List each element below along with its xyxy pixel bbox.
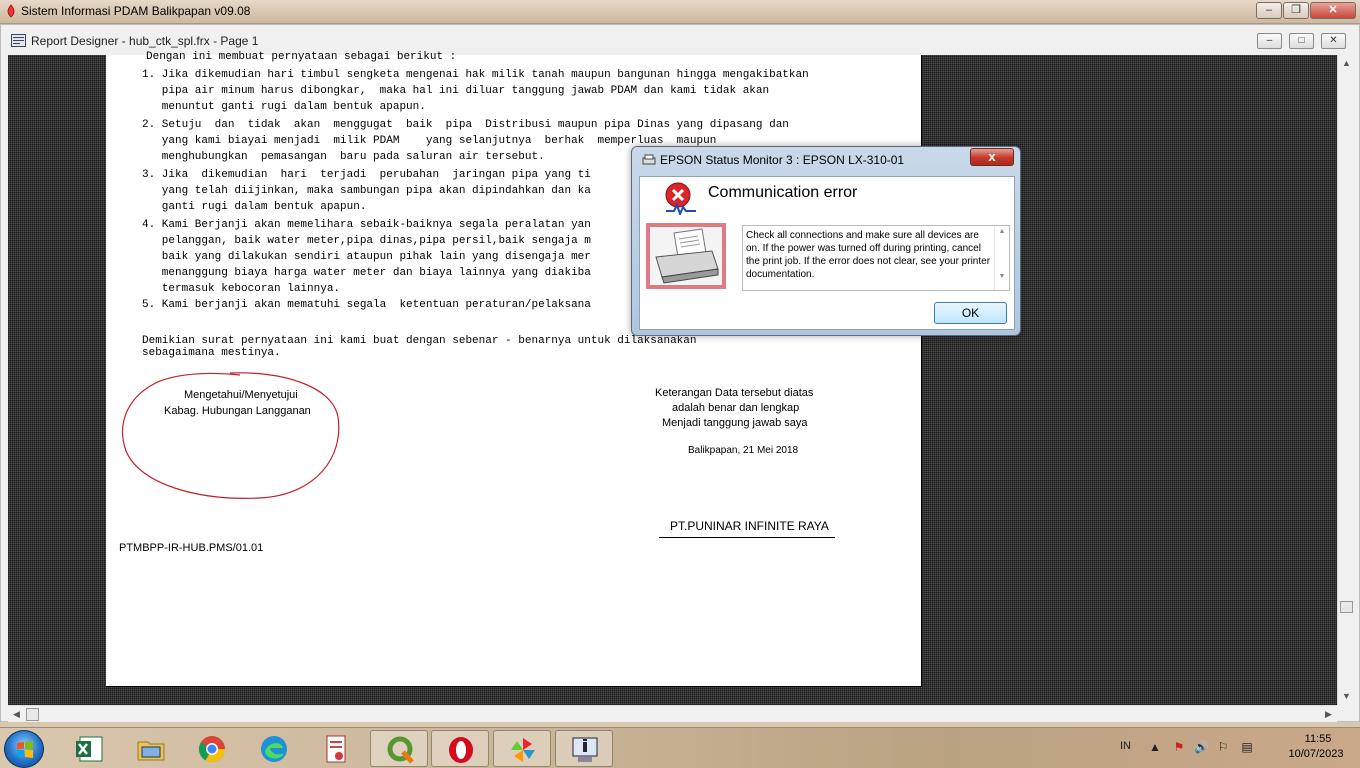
- ok-button[interactable]: OK: [934, 302, 1007, 324]
- report-line: 5. Kami berjanji akan mematuhi segala ke…: [142, 299, 591, 311]
- taskbar-pinwheel-app[interactable]: [493, 730, 551, 767]
- chrome-icon: [199, 736, 226, 763]
- horizontal-scroll-thumb[interactable]: [26, 708, 39, 721]
- report-line: Dengan ini membuat pernyataan sebagai be…: [146, 51, 457, 63]
- report-line: yang kami biayai menjadi milik PDAM yang…: [142, 135, 717, 147]
- scroll-down-icon[interactable]: ▼: [1338, 688, 1355, 705]
- printer-illustration-icon: [646, 223, 726, 289]
- taskbar-excel[interactable]: [60, 730, 118, 767]
- clock-time[interactable]: 11:55: [1288, 733, 1348, 745]
- dialog-title: EPSON Status Monitor 3 : EPSON LX-310-01: [660, 153, 905, 167]
- dialog-body: Communication error Check all connection…: [639, 176, 1015, 330]
- dialog-close-button[interactable]: x: [970, 148, 1014, 166]
- taskbar-chrome[interactable]: [183, 730, 241, 767]
- report-line: baik yang dilakukan sendiri ataupun piha…: [142, 251, 591, 263]
- report-line: 4. Kami Berjanji akan memelihara sebaik-…: [142, 219, 591, 231]
- report-designer-title: Report Designer - hub_ctk_spl.frx - Page…: [31, 34, 259, 48]
- report-line: menuntut ganti rugi dalam bentuk apapun.: [142, 101, 426, 113]
- report-line: menghubungkan pemasangan baru pada salur…: [142, 151, 545, 163]
- excel-icon: [76, 736, 103, 762]
- language-indicator[interactable]: IN: [1120, 740, 1131, 752]
- document-icon: [326, 735, 346, 763]
- error-icon: [665, 182, 696, 215]
- report-line: 3. Jika dikemudian hari terjadi perubaha…: [142, 169, 591, 181]
- report-line: termasuk kebocoran lainnya.: [142, 283, 341, 295]
- report-designer-title-bar: Report Designer - hub_ctk_spl.frx - Page…: [1, 31, 1359, 51]
- report-close-button[interactable]: ✕: [1321, 33, 1346, 49]
- vertical-scroll-thumb[interactable]: [1340, 601, 1353, 613]
- place-date: Balikpapan, 21 Mei 2018: [688, 445, 799, 456]
- action-center-flag-icon[interactable]: ⚐: [1216, 740, 1230, 754]
- report-line: sebagaimana mestinya.: [142, 347, 281, 359]
- report-line: pipa air minum harus dibongkar, maka hal…: [142, 85, 770, 97]
- report-line: pelanggan, baik water meter,pipa dinas,p…: [142, 235, 591, 247]
- company-name: PT.PUNINAR INFINITE RAYA: [670, 519, 829, 533]
- close-icon: x: [988, 149, 996, 164]
- app-title-bar: Sistem Informasi PDAM Balikpapan v09.08 …: [0, 0, 1360, 24]
- app-title: Sistem Informasi PDAM Balikpapan v09.08: [21, 4, 251, 18]
- taskbar-opera[interactable]: [431, 730, 489, 767]
- message-scrollbar[interactable]: ▲ ▼: [994, 226, 1009, 290]
- windows-logo-icon: [17, 741, 33, 758]
- report-line: menanggung biaya harga water meter dan b…: [142, 267, 591, 279]
- horizontal-scrollbar[interactable]: ◀ ▶: [8, 705, 1337, 722]
- vertical-scrollbar[interactable]: ▲ ▼: [1337, 55, 1354, 705]
- info-app-icon: [572, 737, 598, 762]
- report-line: 1. Jika dikemudian hari timbul sengketa …: [142, 69, 809, 81]
- volume-icon[interactable]: 🔊: [1194, 740, 1209, 754]
- clock-date[interactable]: 10/07/2023: [1276, 748, 1356, 760]
- signature-underline: [659, 537, 835, 538]
- taskbar-edge[interactable]: [245, 730, 303, 767]
- start-button[interactable]: [4, 730, 44, 768]
- error-message: Check all connections and make sure all …: [746, 230, 991, 280]
- taskbar-file-explorer[interactable]: [122, 730, 180, 767]
- security-alert-icon[interactable]: ⚑: [1172, 740, 1186, 754]
- scroll-down-icon[interactable]: ▼: [995, 273, 1009, 280]
- taskbar-document[interactable]: [307, 730, 365, 767]
- app-minimize-button[interactable]: –: [1256, 2, 1282, 19]
- error-heading: Communication error: [708, 184, 858, 201]
- report-designer-window: Report Designer - hub_ctk_spl.frx - Page…: [0, 24, 1360, 722]
- taskbar: IN ▲ ⚑ 🔊 ⚐ ▤ 11:55 10/07/2023: [0, 727, 1360, 768]
- file-explorer-icon: [137, 741, 165, 761]
- qgis-icon: [387, 736, 414, 764]
- report-maximize-button[interactable]: □: [1289, 33, 1314, 49]
- approval-label: Mengetahui/Menyetujui: [184, 389, 298, 401]
- epson-status-dialog: EPSON Status Monitor 3 : EPSON LX-310-01…: [631, 146, 1021, 336]
- network-icon[interactable]: ▤: [1240, 740, 1254, 754]
- scroll-left-icon[interactable]: ◀: [8, 706, 25, 723]
- app-logo-icon: [7, 4, 15, 18]
- report-window-icon: [11, 34, 26, 47]
- edge-icon: [261, 736, 287, 762]
- statement-line: Menjadi tanggung jawab saya: [662, 417, 808, 429]
- opera-icon: [449, 737, 473, 763]
- show-hidden-icons-icon[interactable]: ▲: [1148, 740, 1162, 754]
- report-minimize-button[interactable]: –: [1257, 33, 1282, 49]
- report-line: 2. Setuju dan tidak akan menggugat baik …: [142, 119, 789, 131]
- taskbar-qgis[interactable]: [370, 730, 428, 767]
- printer-small-icon: [642, 154, 656, 165]
- report-line: yang telah diijinkan, maka sambungan pip…: [142, 185, 591, 197]
- statement-line: Keterangan Data tersebut diatas: [655, 387, 814, 399]
- document-code: PTMBPP-IR-HUB.PMS/01.01: [119, 542, 264, 554]
- system-tray: IN ▲ ⚑ 🔊 ⚐ ▤ 11:55 10/07/2023: [1110, 728, 1360, 768]
- error-message-box: Check all connections and make sure all …: [742, 225, 1010, 291]
- scroll-up-icon[interactable]: ▲: [995, 228, 1009, 235]
- statement-line: adalah benar dan lengkap: [672, 402, 800, 414]
- report-line: ganti rugi dalam bentuk apapun.: [142, 201, 367, 213]
- approval-department: Kabag. Hubungan Langganan: [164, 405, 311, 417]
- app-restore-button[interactable]: ❐: [1283, 2, 1309, 19]
- pinwheel-app-icon: [511, 738, 535, 762]
- scroll-up-icon[interactable]: ▲: [1338, 55, 1355, 72]
- app-close-button[interactable]: ✕: [1310, 2, 1356, 19]
- scroll-right-icon[interactable]: ▶: [1320, 706, 1337, 723]
- signature-circle: [122, 372, 340, 499]
- taskbar-info-app[interactable]: [555, 730, 613, 767]
